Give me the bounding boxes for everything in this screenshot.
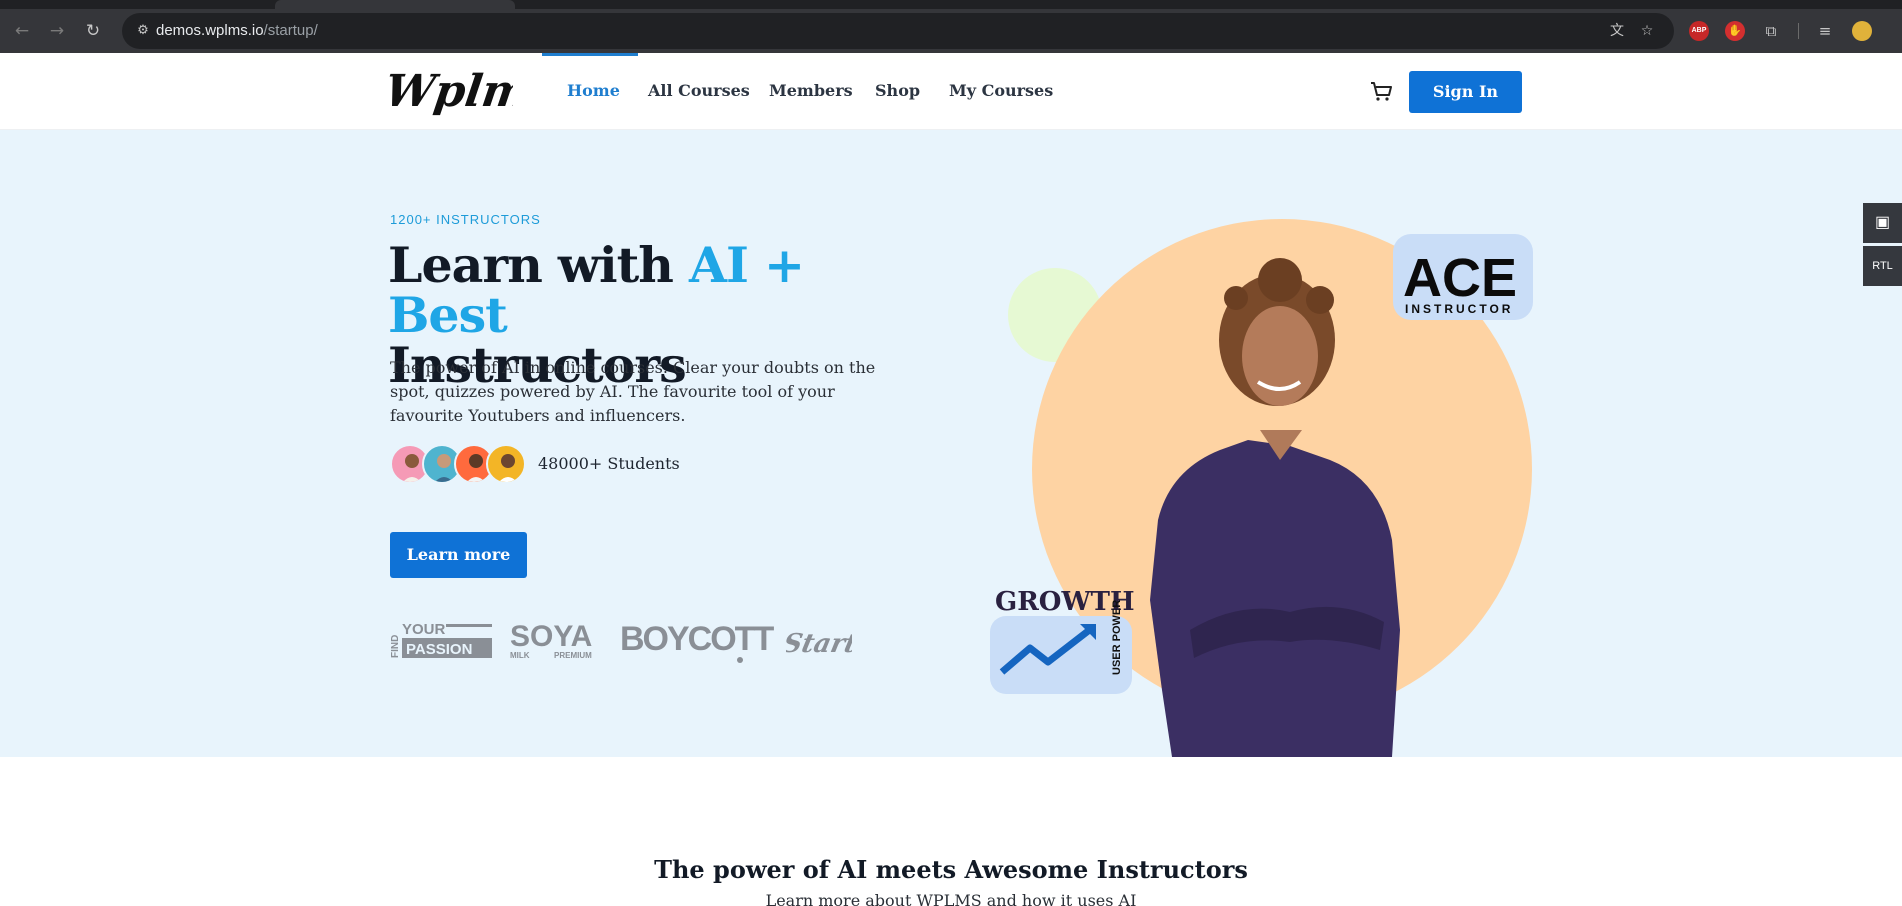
svg-text:INSTRUCTOR: INSTRUCTOR [1405,302,1513,316]
soya-milk-logo: SOYA MILK PREMIUM [510,620,592,660]
hero-section: 1200+ INSTRUCTORS Learn with AI + Best In… [0,130,1902,757]
browser-chrome: ← → ↻ ⚙ demos.wplms.io/startup/ 文 ☆ ABP … [0,0,1902,53]
adblock-extension-icon[interactable]: ABP [1689,21,1709,41]
url-text[interactable]: demos.wplms.io/startup/ [156,13,318,49]
nav-shop[interactable]: Shop [875,81,920,100]
bookmark-star-icon[interactable]: ☆ [1638,22,1656,40]
cart-icon[interactable] [1368,78,1394,104]
find-your-passion-logo: FIND YOUR PASSION [390,621,492,658]
svg-text:BOYCOTT: BOYCOTT [620,620,774,658]
translate-icon[interactable]: 文 [1608,22,1626,40]
svg-text:SOYA: SOYA [510,620,592,653]
students-count: 48000+ Students [538,454,680,473]
svg-text:PASSION: PASSION [406,641,472,658]
start-logo: Start [786,628,852,659]
site-header: Wplms Home All Courses Members Shop My C… [0,53,1902,130]
nav-home[interactable]: Home [567,81,620,100]
svg-text:USER POWER: USER POWER [1111,600,1123,675]
sign-in-button[interactable]: Sign In [1409,71,1522,113]
wplms-logo[interactable]: Wplms [388,58,513,126]
student-avatars [390,444,530,484]
nav-my-courses[interactable]: My Courses [949,81,1053,100]
reload-icon[interactable]: ↻ [79,17,107,45]
extensions-puzzle-icon[interactable]: ⧉ [1760,20,1782,42]
svg-text:Start: Start [786,628,852,659]
svg-text:ACE: ACE [1403,248,1517,308]
avatar [486,444,526,484]
browser-toolbar: ← → ↻ ⚙ demos.wplms.io/startup/ 文 ☆ ABP … [0,9,1902,53]
brand-logos: FIND YOUR PASSION SOYA MILK PREMIUM BOYC… [388,618,852,668]
svg-text:MILK: MILK [510,651,530,660]
toolbar-separator [1798,23,1799,39]
rtl-toggle-button[interactable]: RTL [1863,246,1902,286]
ace-instructor-badge: ACE INSTRUCTOR [1393,234,1533,320]
svg-text:FIND: FIND [390,635,401,658]
growth-badge: GROWTH USER POWER [990,587,1135,694]
svg-text:PREMIUM: PREMIUM [554,651,592,660]
hero-description: The power of AI in online courses. Clear… [390,358,876,425]
learn-more-button[interactable]: Learn more [390,532,527,578]
active-nav-indicator [542,53,638,56]
reading-list-icon[interactable]: ≡ [1814,20,1836,42]
stop-extension-icon[interactable]: ✋ [1725,21,1745,41]
tab-strip [0,0,1902,9]
site-settings-icon[interactable]: ⚙ [134,22,152,40]
nav-all-courses[interactable]: All Courses [648,81,750,100]
profile-avatar-icon[interactable] [1852,21,1872,41]
forward-icon[interactable]: → [43,17,71,45]
boycott-logo: BOYCOTT [620,620,776,663]
section-subtitle: Learn more about WPLMS and how it uses A… [765,891,1137,906]
active-tab[interactable] [275,0,515,9]
svg-text:YOUR: YOUR [402,621,446,638]
image-tool-icon[interactable]: ▣ [1863,203,1902,243]
nav-members[interactable]: Members [769,81,853,100]
back-icon[interactable]: ← [8,17,36,45]
address-bar[interactable]: ⚙ demos.wplms.io/startup/ 文 ☆ [122,13,1674,49]
instructors-eyebrow: 1200+ INSTRUCTORS [390,212,541,227]
section-title: The power of AI meets Awesome Instructor… [654,855,1248,884]
svg-text:Wplms: Wplms [388,65,513,117]
instructor-hero-illustration: ACE INSTRUCTOR GROWTH USER POWER [990,219,1533,757]
